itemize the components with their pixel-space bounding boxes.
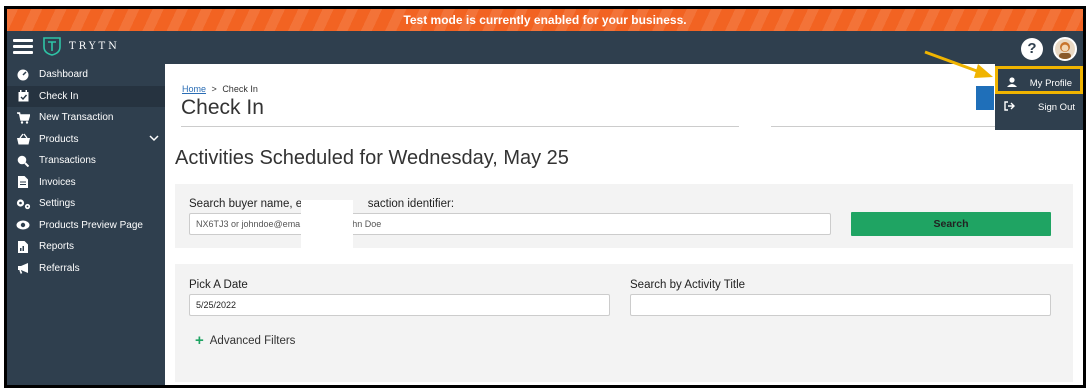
sign-out-icon <box>1004 101 1015 114</box>
chevron-down-icon[interactable] <box>149 134 159 145</box>
breadcrumb-home-link[interactable]: Home <box>182 84 206 94</box>
gears-icon <box>15 197 31 211</box>
trytn-logo[interactable]: TRYTN <box>41 36 120 56</box>
sidebar-item-label: Products Preview Page <box>39 219 143 231</box>
sidebar-item-label: New Transaction <box>39 112 114 124</box>
breadcrumb-separator: > <box>211 84 217 94</box>
search-dollar-icon <box>15 154 31 168</box>
activity-title-input[interactable] <box>630 294 1051 316</box>
date-field[interactable]: 5/25/2022 <box>189 294 610 316</box>
cart-icon <box>15 111 31 125</box>
view-toggle-button[interactable] <box>976 86 994 110</box>
breadcrumb-current: Check In <box>222 84 258 94</box>
sidebar-item-label: Invoices <box>39 176 76 188</box>
sidebar-item-label: Settings <box>39 198 76 210</box>
search-button[interactable]: Search <box>851 212 1051 236</box>
file-icon <box>15 175 31 189</box>
sidebar: Dashboard Check In New Transaction Produ… <box>7 64 165 385</box>
highlight-arrow-icon <box>924 50 993 78</box>
page-title: Check In <box>181 96 264 119</box>
menu-item-my-profile[interactable]: My Profile <box>995 66 1083 94</box>
sidebar-item-referrals[interactable]: Referrals <box>7 258 165 280</box>
calendar-check-icon <box>15 89 31 103</box>
sidebar-item-dashboard[interactable]: Dashboard <box>7 64 165 86</box>
sidebar-item-label: Dashboard <box>39 69 88 81</box>
search-label-tail: saction identifier: <box>367 198 455 210</box>
search-placeholder-head: NX6TJ3 or johndoe@ema <box>196 219 301 229</box>
filters-panel: Pick A Date 5/25/2022 Search by Activity… <box>175 264 1073 382</box>
trytn-logo-icon <box>43 37 61 56</box>
hamburger-menu-icon[interactable] <box>13 37 33 57</box>
menu-item-label: Sign Out <box>1038 102 1075 113</box>
search-panel: Search buyer name, em saction identifier:… <box>175 184 1073 248</box>
sidebar-item-label: Transactions <box>39 155 96 167</box>
logo-text: TRYTN <box>69 40 120 52</box>
sidebar-item-products-preview[interactable]: Products Preview Page <box>7 215 165 237</box>
activity-title-label: Search by Activity Title <box>630 279 746 291</box>
title-divider <box>181 126 739 127</box>
menu-item-sign-out[interactable]: Sign Out <box>995 93 1083 121</box>
sidebar-item-invoices[interactable]: Invoices <box>7 172 165 194</box>
search-label-head: Search buyer name, em <box>189 198 312 210</box>
sidebar-item-label: Referrals <box>39 262 80 274</box>
eye-icon <box>15 218 31 232</box>
search-input[interactable]: NX6TJ3 or johndoe@ema hn Doe <box>189 213 831 235</box>
sidebar-item-label: Reports <box>39 241 75 253</box>
advanced-filters-label: Advanced Filters <box>209 334 296 347</box>
megaphone-icon <box>15 261 31 275</box>
test-mode-text: Test mode is currently enabled for your … <box>403 13 687 27</box>
user-icon <box>1007 77 1017 90</box>
breadcrumb: Home > Check In <box>182 84 258 94</box>
search-placeholder-tail: hn Doe <box>352 219 382 229</box>
sidebar-item-check-in[interactable]: Check In <box>7 85 165 107</box>
advanced-filters-toggle[interactable]: + Advanced Filters <box>195 332 295 349</box>
report-icon <box>15 240 31 254</box>
sidebar-item-label: Products <box>39 133 79 145</box>
dashboard-icon <box>15 68 31 82</box>
date-label: Pick A Date <box>189 279 248 291</box>
menu-item-label: My Profile <box>1029 78 1072 89</box>
test-mode-banner: Test mode is currently enabled for your … <box>7 9 1083 31</box>
avatar-image <box>1059 42 1071 59</box>
sidebar-item-label: Check In <box>39 90 79 102</box>
app-window: Test mode is currently enabled for your … <box>4 6 1086 388</box>
sidebar-item-settings[interactable]: Settings <box>7 193 165 215</box>
avatar[interactable] <box>1053 37 1077 61</box>
sidebar-item-new-transaction[interactable]: New Transaction <box>7 107 165 129</box>
user-dropdown-menu: My Profile Sign Out <box>995 64 1083 130</box>
activities-heading: Activities Scheduled for Wednesday, May … <box>175 147 569 169</box>
sidebar-item-transactions[interactable]: Transactions <box>7 150 165 172</box>
sidebar-item-products[interactable]: Products <box>7 129 165 151</box>
main-content: Home > Check In Check In Activities Sche… <box>165 64 1083 385</box>
redaction-box <box>301 200 353 248</box>
plus-icon: + <box>195 332 204 349</box>
help-icon[interactable]: ? <box>1021 38 1043 60</box>
sidebar-item-reports[interactable]: Reports <box>7 236 165 258</box>
basket-icon <box>15 132 31 146</box>
top-nav-bar: TRYTN ? <box>7 31 1083 64</box>
